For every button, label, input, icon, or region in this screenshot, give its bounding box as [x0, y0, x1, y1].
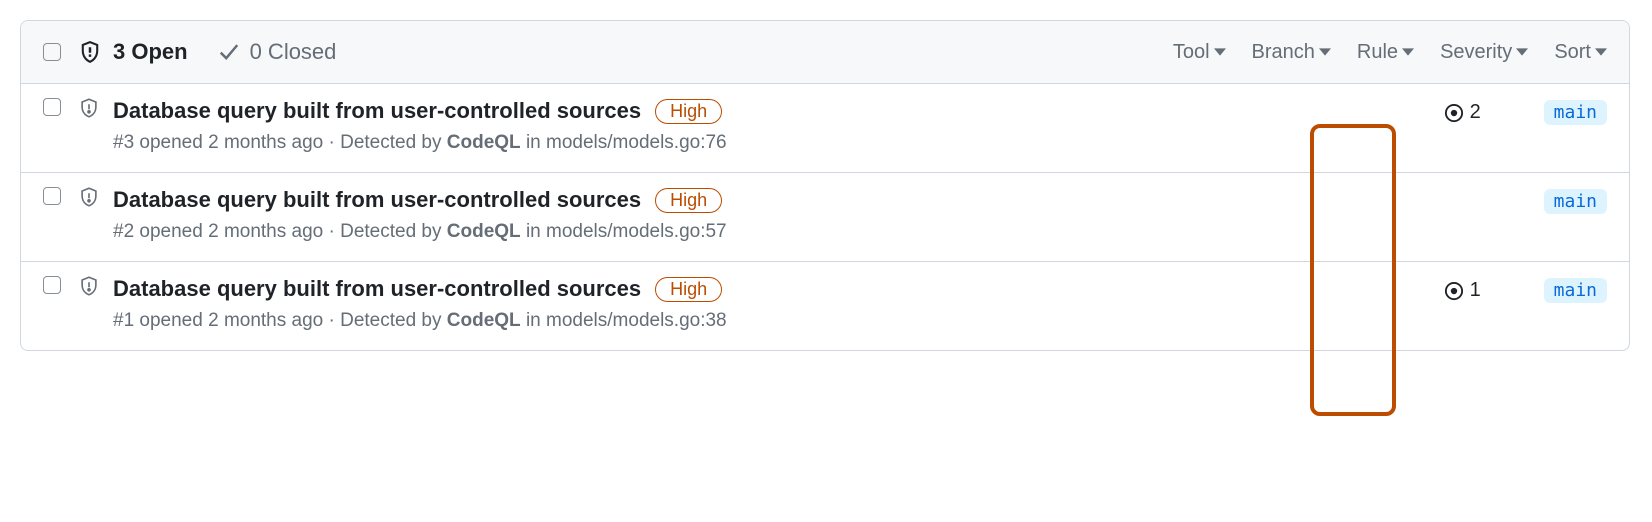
severity-badge: High [655, 277, 722, 302]
shield-exclaim-icon [79, 276, 99, 296]
open-count-label[interactable]: 3 Open [113, 39, 188, 65]
alert-row: Database query built from user-controlle… [21, 173, 1629, 262]
caret-down-icon [1214, 46, 1226, 58]
issue-open-icon [1444, 103, 1464, 123]
alert-meta: #3 opened 2 months ago · Detected by Cod… [113, 132, 1444, 154]
alert-main: Database query built from user-controlle… [113, 98, 1444, 154]
select-all-checkbox[interactable] [43, 43, 61, 61]
check-icon [218, 41, 240, 63]
filter-branch[interactable]: Branch [1252, 41, 1331, 64]
filter-rule[interactable]: Rule [1357, 41, 1414, 64]
branch-chip[interactable]: main [1544, 278, 1607, 303]
closed-tab[interactable]: 0 Closed [218, 39, 337, 65]
linked-issues[interactable]: 1 [1444, 279, 1486, 302]
alerts-panel-container: 3 Open 0 Closed Tool Branch Rule [20, 20, 1632, 351]
row-checkbox[interactable] [43, 276, 61, 294]
filter-bar: Tool Branch Rule Severity Sort [1173, 41, 1607, 64]
caret-down-icon [1402, 46, 1414, 58]
alert-main: Database query built from user-controlle… [113, 276, 1444, 332]
alert-meta: #1 opened 2 months ago · Detected by Cod… [113, 310, 1444, 332]
panel-header: 3 Open 0 Closed Tool Branch Rule [21, 21, 1629, 84]
severity-badge: High [655, 188, 722, 213]
filter-sort[interactable]: Sort [1554, 41, 1607, 64]
caret-down-icon [1595, 46, 1607, 58]
alert-main: Database query built from user-controlle… [113, 187, 1444, 243]
alert-row: Database query built from user-controlle… [21, 262, 1629, 350]
issue-open-icon [1444, 281, 1464, 301]
alert-title[interactable]: Database query built from user-controlle… [113, 98, 641, 124]
alert-meta: #2 opened 2 months ago · Detected by Cod… [113, 221, 1444, 243]
row-checkbox[interactable] [43, 98, 61, 116]
alert-title[interactable]: Database query built from user-controlle… [113, 187, 641, 213]
caret-down-icon [1319, 46, 1331, 58]
branch-chip[interactable]: main [1544, 100, 1607, 125]
linked-issues[interactable]: 2 [1444, 101, 1486, 124]
shield-exclaim-icon [79, 98, 99, 118]
caret-down-icon [1516, 46, 1528, 58]
severity-badge: High [655, 99, 722, 124]
alert-title[interactable]: Database query built from user-controlle… [113, 276, 641, 302]
alert-row: Database query built from user-controlle… [21, 84, 1629, 173]
filter-tool[interactable]: Tool [1173, 41, 1226, 64]
filter-severity[interactable]: Severity [1440, 41, 1528, 64]
closed-count-label: 0 Closed [250, 39, 337, 65]
row-checkbox[interactable] [43, 187, 61, 205]
shield-exclaim-icon [79, 187, 99, 207]
alerts-panel: 3 Open 0 Closed Tool Branch Rule [20, 20, 1630, 351]
branch-chip[interactable]: main [1544, 189, 1607, 214]
shield-exclaim-icon [79, 41, 101, 63]
